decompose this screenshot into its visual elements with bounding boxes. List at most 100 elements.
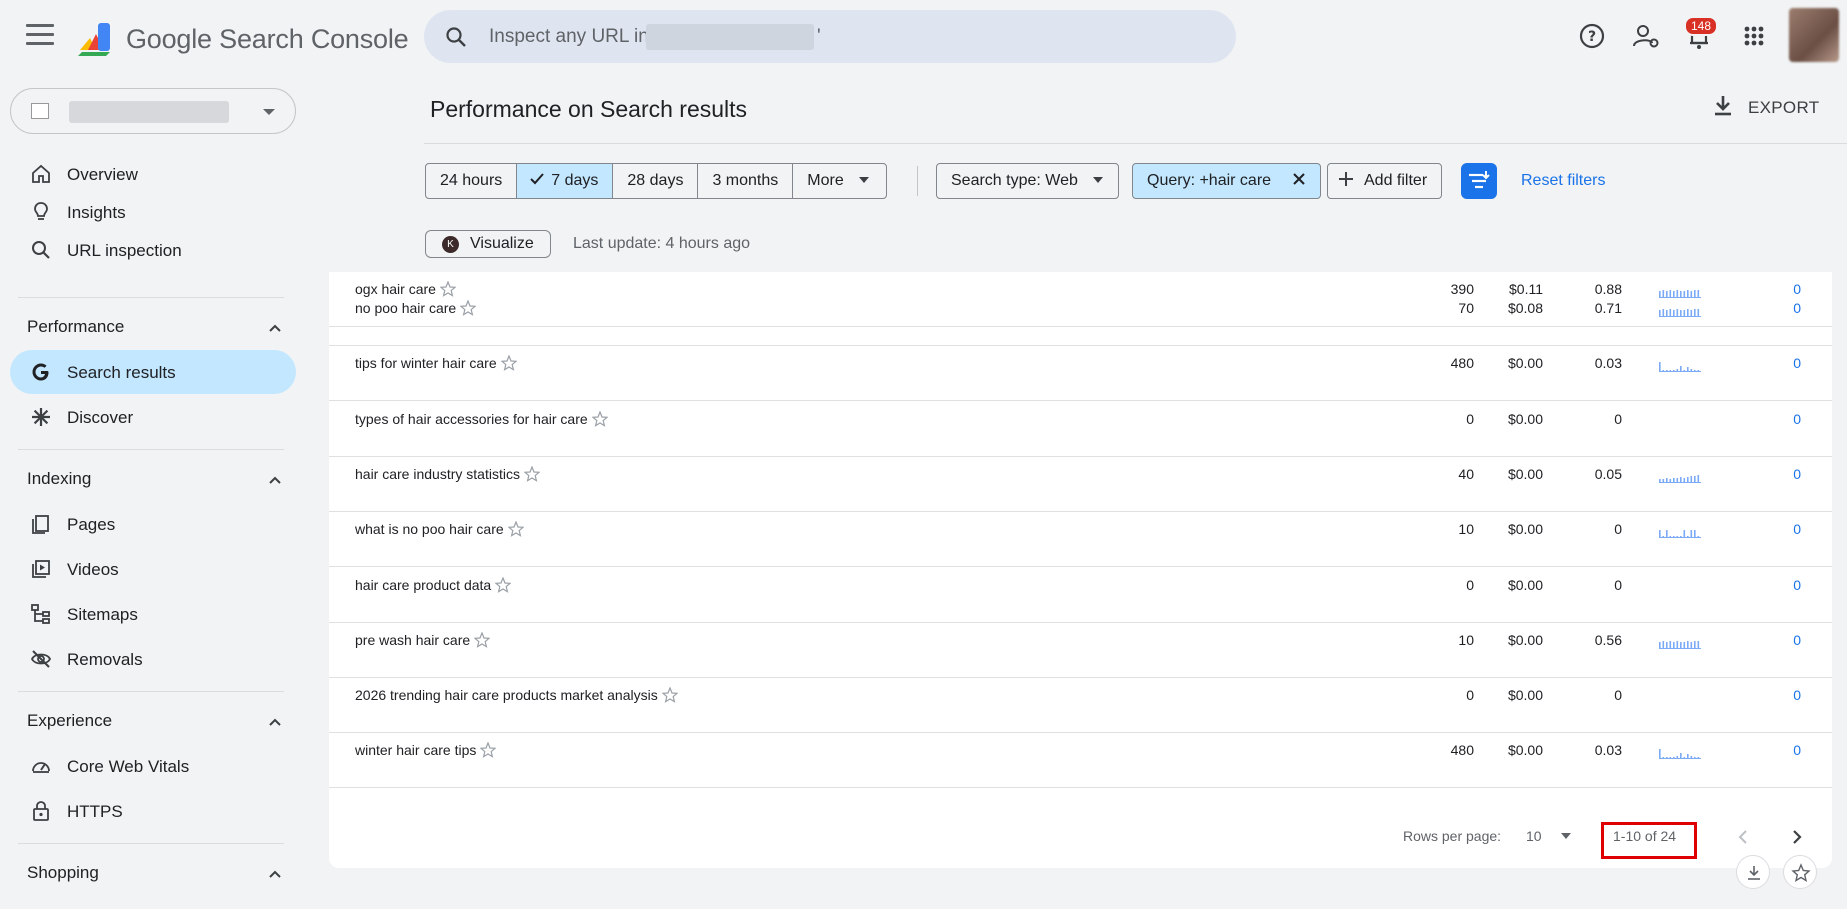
query-filter-chip[interactable]: Query: +hair care: [1132, 163, 1321, 199]
sparkline-bar: [1694, 757, 1696, 758]
date-range-24-hours[interactable]: 24 hours: [426, 164, 518, 198]
query-cell[interactable]: tips for winter hair care: [355, 355, 517, 371]
apps-grid-icon[interactable]: [1739, 21, 1769, 51]
query-text: types of hair accessories for hair care: [355, 411, 588, 427]
sidebar-item-videos[interactable]: Videos: [10, 547, 296, 591]
sidebar-item-removals[interactable]: Removals: [10, 637, 296, 681]
url-inspect-search[interactable]: Inspect any URL in ' ': [424, 10, 1236, 63]
query-cell[interactable]: winter hair care tips: [355, 742, 497, 758]
query-cell[interactable]: what is no poo hair care: [355, 521, 524, 537]
chevron-down-icon[interactable]: [1561, 833, 1571, 839]
redacted-property: [646, 24, 814, 50]
sparkline-bar: [1683, 478, 1686, 482]
user-settings-icon[interactable]: [1631, 21, 1661, 51]
sparkline-bar: [1683, 370, 1686, 371]
property-selector[interactable]: [10, 88, 296, 134]
sparkline-bar: [1662, 309, 1665, 316]
chevron-down-icon: [263, 109, 275, 115]
chevron-right-icon[interactable]: [1787, 827, 1807, 847]
table-row[interactable]: winter hair care tips 480 $0.00 0.03 0: [329, 733, 1832, 788]
lock-icon: [33, 801, 49, 821]
property-favicon: [31, 103, 49, 119]
query-text: no poo hair care: [355, 300, 457, 316]
svg-text:?: ?: [1588, 29, 1596, 45]
link-count-cell[interactable]: 0: [1789, 632, 1801, 648]
star-icon[interactable]: [474, 632, 491, 648]
search-type-filter-chip[interactable]: Search type: Web: [936, 163, 1120, 199]
query-cell[interactable]: 2026 trending hair care products market …: [355, 687, 678, 703]
export-button[interactable]: EXPORT: [1712, 94, 1819, 122]
favorite-button[interactable]: [1783, 855, 1817, 889]
link-count-cell[interactable]: 0: [1789, 577, 1801, 593]
star-icon[interactable]: [500, 355, 517, 371]
sidebar-item-url-inspection[interactable]: URL inspection: [10, 228, 296, 272]
table-row[interactable]: no poo hair care 70 $0.08 0.71 0: [329, 291, 1832, 346]
sidebar-item-pages[interactable]: Pages: [10, 502, 296, 546]
account-avatar[interactable]: [1789, 8, 1839, 62]
trend-sparkline: [1659, 530, 1701, 538]
table-row[interactable]: hair care product data 0 $0.00 0 0: [329, 568, 1832, 623]
link-count-cell[interactable]: 0: [1789, 411, 1801, 427]
date-range-28-days[interactable]: 28 days: [613, 164, 699, 198]
chevron-down-icon: [859, 177, 870, 183]
query-table: ogx hair care 390 $0.11 0.88 0 no poo hair ca…: [329, 272, 1832, 868]
close-icon[interactable]: [1292, 172, 1306, 186]
link-count-cell[interactable]: 0: [1789, 466, 1801, 482]
query-cell[interactable]: types of hair accessories for hair care: [355, 411, 608, 427]
date-range-3-months[interactable]: 3 months: [698, 164, 794, 198]
score-cell: 0.56: [1594, 632, 1622, 648]
sidebar-item-core-web-vitals[interactable]: Core Web Vitals: [10, 744, 296, 788]
sidebar-item-sitemaps[interactable]: Sitemaps: [10, 592, 296, 636]
volume-cell: 10: [1458, 632, 1474, 648]
reset-filters-link[interactable]: Reset filters: [1521, 172, 1605, 190]
pages-icon: [32, 515, 49, 534]
query-cell[interactable]: no poo hair care: [355, 300, 477, 316]
star-icon[interactable]: [460, 300, 477, 316]
chevron-left-icon[interactable]: [1733, 827, 1753, 847]
menu-icon[interactable]: [26, 24, 54, 48]
add-filter-button[interactable]: Add filter: [1327, 163, 1443, 199]
chevron-up-icon[interactable]: [268, 475, 282, 485]
chevron-up-icon[interactable]: [268, 869, 282, 879]
rows-per-page-select[interactable]: 10: [1526, 828, 1542, 844]
star-icon[interactable]: [495, 577, 512, 593]
query-cell[interactable]: pre wash hair care: [355, 632, 491, 648]
filter-settings-button[interactable]: [1461, 163, 1497, 199]
sparkline-bar: [1694, 370, 1696, 371]
sparkline-bar: [1666, 642, 1668, 648]
table-row[interactable]: tips for winter hair care 480 $0.00 0.03 0: [329, 346, 1832, 401]
help-icon[interactable]: ?: [1577, 21, 1607, 51]
sparkline-bar: [1673, 310, 1675, 316]
filter-lines-icon: [1469, 171, 1490, 189]
link-count-cell[interactable]: 0: [1789, 521, 1801, 537]
sidebar-item-https[interactable]: HTTPS: [10, 789, 296, 833]
query-cell[interactable]: hair care industry statistics: [355, 466, 540, 482]
query-text: winter hair care tips: [355, 742, 477, 758]
sparkline-bar: [1683, 757, 1686, 758]
cpc-cell: $0.00: [1507, 632, 1543, 648]
table-row[interactable]: types of hair accessories for hair care 0…: [329, 402, 1832, 457]
download-table-button[interactable]: [1736, 855, 1770, 889]
sidebar-item-search-results[interactable]: Search results: [10, 350, 296, 394]
table-row[interactable]: 2026 trending hair care products market …: [329, 678, 1832, 733]
link-count-cell[interactable]: 0: [1789, 687, 1801, 703]
link-count-cell[interactable]: 0: [1789, 355, 1801, 371]
date-range-7-days[interactable]: 7 days: [517, 164, 614, 198]
sidebar-item-discover[interactable]: Discover: [10, 395, 296, 439]
star-icon[interactable]: [507, 521, 524, 537]
star-icon[interactable]: [661, 687, 678, 703]
star-icon[interactable]: [523, 466, 540, 482]
chevron-up-icon[interactable]: [268, 323, 282, 333]
table-row[interactable]: hair care industry statistics 40 $0.00 0.05…: [329, 457, 1832, 512]
query-cell[interactable]: hair care product data: [355, 577, 512, 593]
date-range-more[interactable]: More: [793, 164, 886, 198]
sparkline-bar: [1673, 757, 1675, 758]
star-icon[interactable]: [591, 411, 608, 427]
star-icon[interactable]: [480, 742, 497, 758]
table-row[interactable]: what is no poo hair care 10 $0.00 0 0: [329, 512, 1832, 567]
link-count-cell[interactable]: 0: [1789, 742, 1801, 758]
sparkline-bar: [1669, 757, 1672, 758]
table-row[interactable]: pre wash hair care 10 $0.00 0.56 0: [329, 623, 1832, 678]
link-count-cell[interactable]: 0: [1789, 300, 1801, 316]
chevron-up-icon[interactable]: [268, 717, 282, 727]
